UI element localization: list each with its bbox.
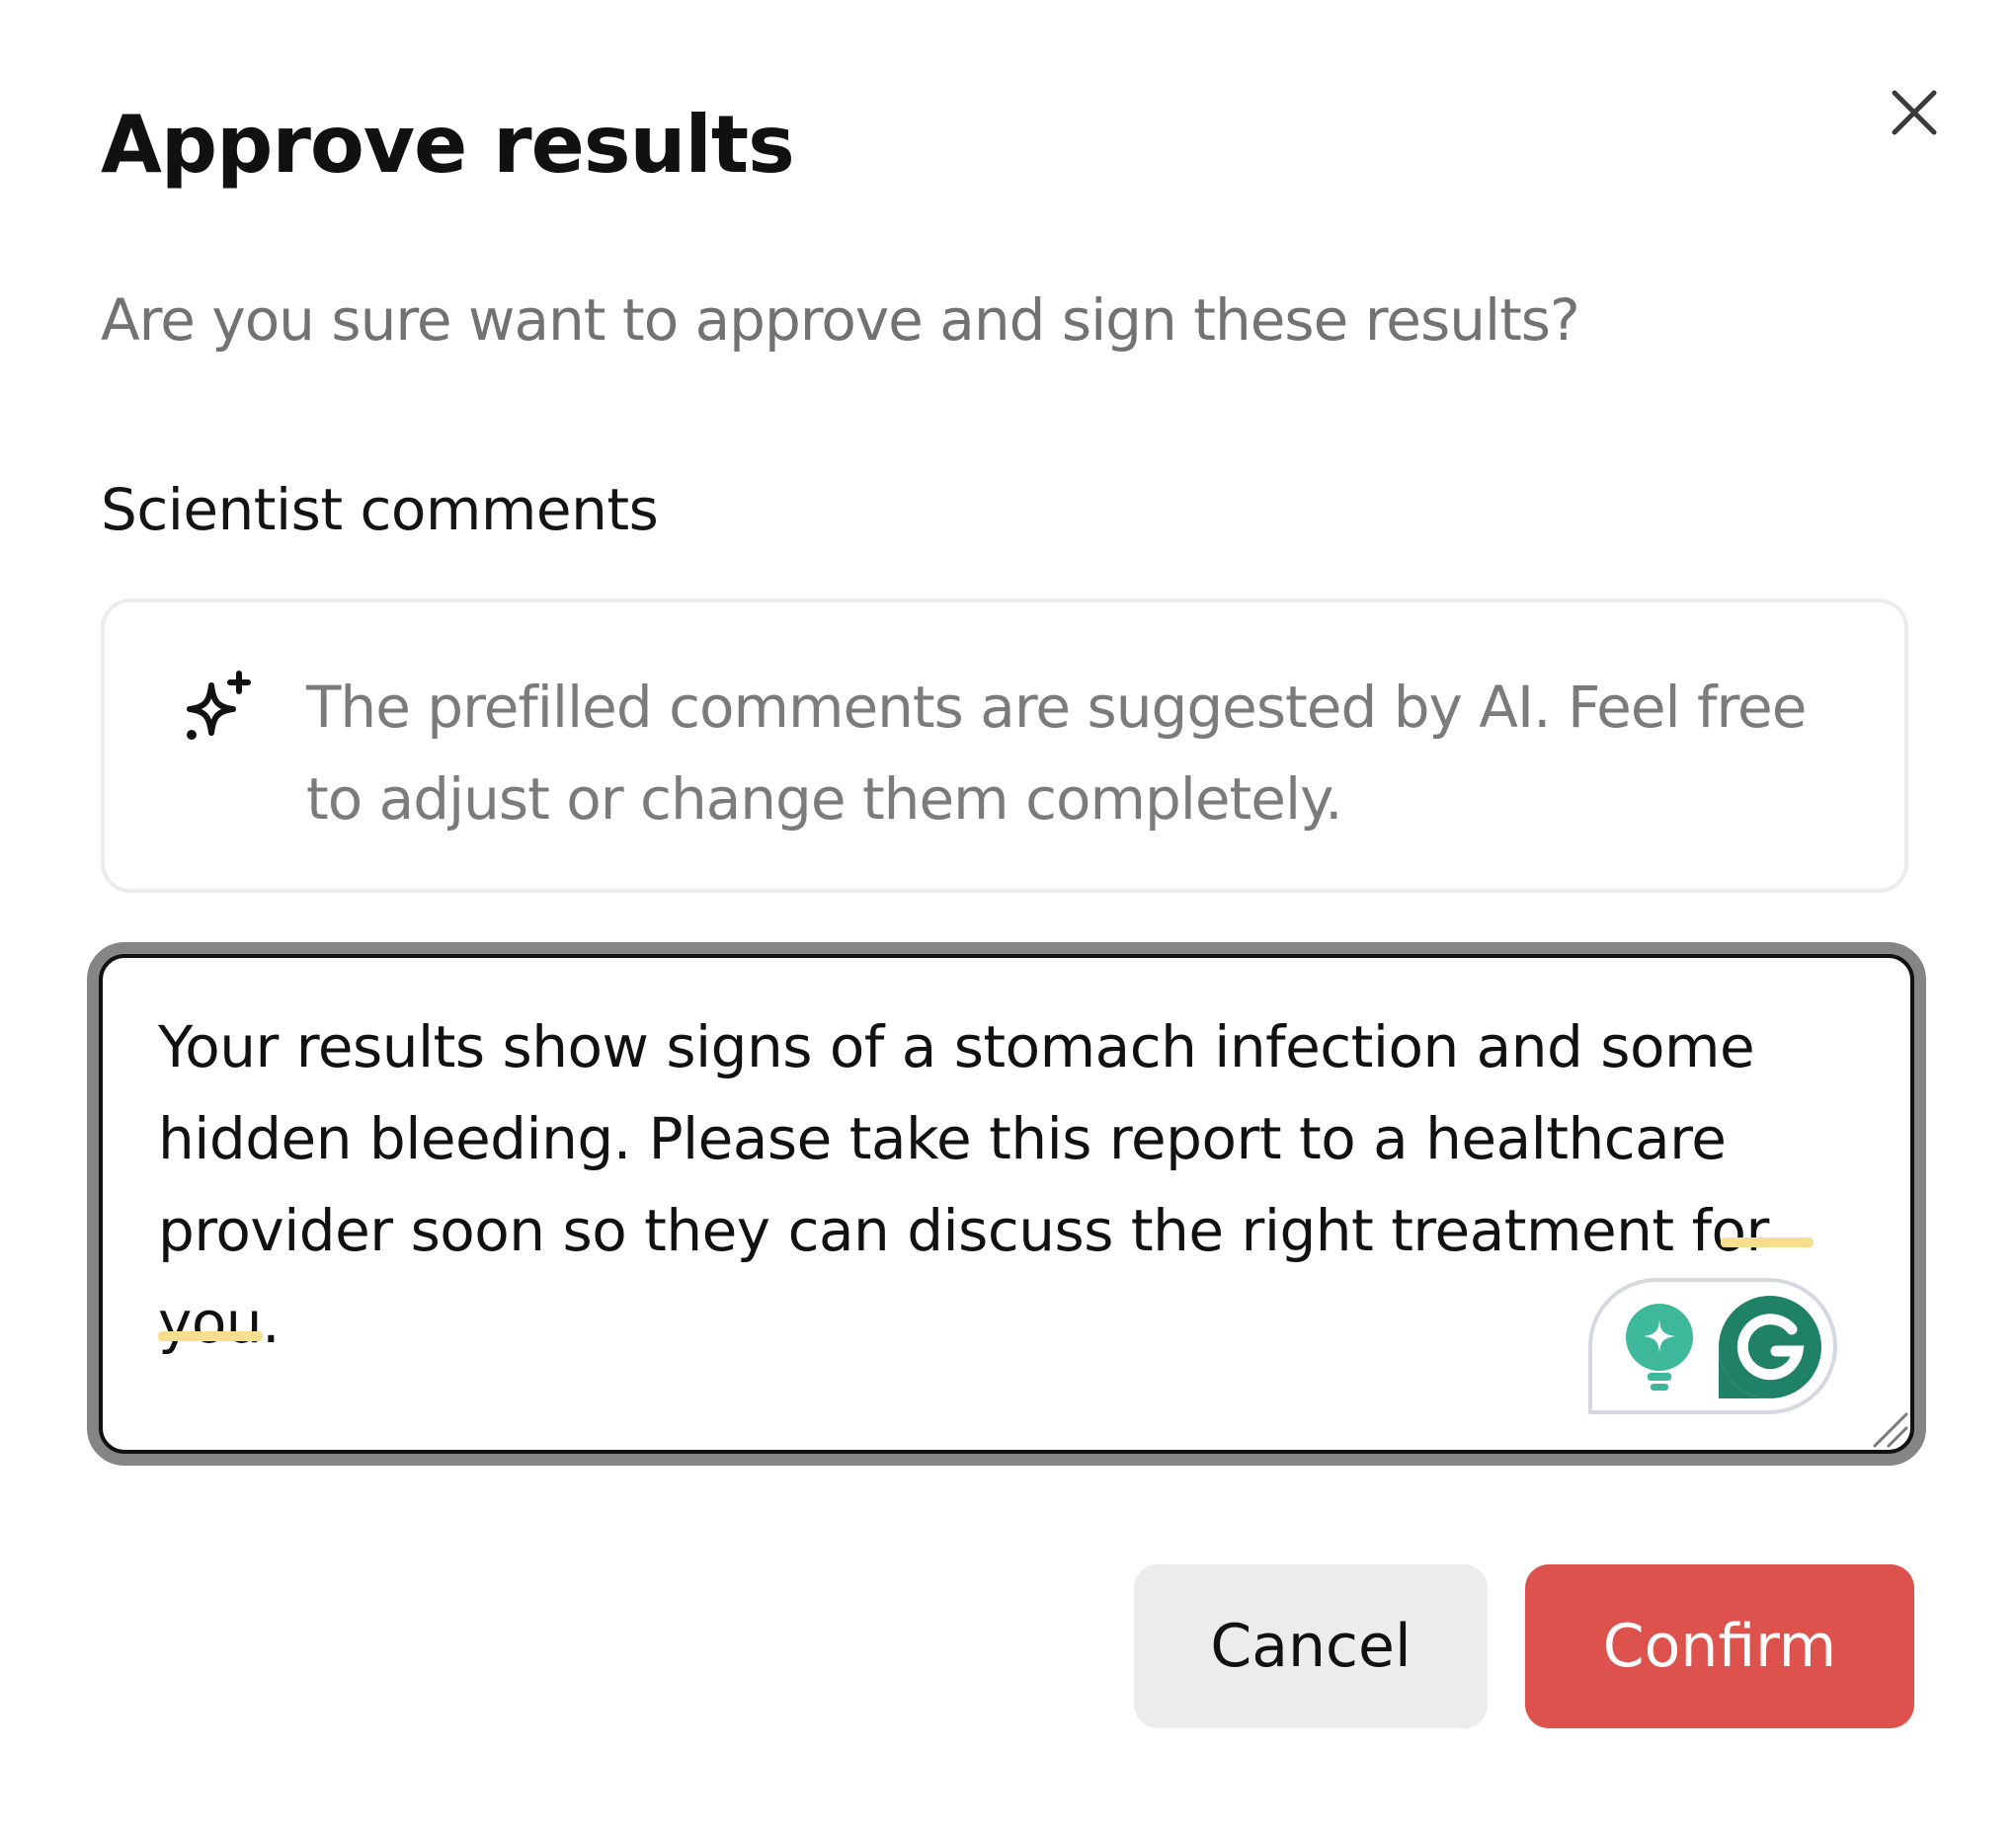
- ai-note-text: The prefilled comments are suggested by …: [306, 674, 1807, 833]
- dialog-title: Approve results: [101, 99, 795, 191]
- dialog-subtitle: Are you sure want to approve and sign th…: [101, 286, 1580, 354]
- close-icon: [1892, 90, 1937, 135]
- confirm-button[interactable]: Confirm: [1525, 1564, 1914, 1728]
- comment-text[interactable]: Your results show signs of a stomach inf…: [158, 1001, 1837, 1369]
- approve-results-dialog: Approve results Are you sure want to app…: [0, 0, 2016, 1834]
- sparkle-icon: [178, 670, 257, 749]
- grammar-flag-underline[interactable]: [158, 1331, 263, 1341]
- scientist-comments-label: Scientist comments: [101, 476, 659, 543]
- cancel-button[interactable]: Cancel: [1134, 1564, 1488, 1728]
- grammarly-widget[interactable]: [1588, 1278, 1837, 1414]
- close-button[interactable]: [1877, 75, 1952, 150]
- ai-suggestion-note: The prefilled comments are suggested by …: [101, 598, 1908, 893]
- grammar-flag-underline[interactable]: [1721, 1237, 1814, 1247]
- grammarly-g-icon[interactable]: [1719, 1296, 1821, 1398]
- lightbulb-icon[interactable]: [1620, 1302, 1699, 1395]
- resize-handle[interactable]: [1871, 1410, 1910, 1450]
